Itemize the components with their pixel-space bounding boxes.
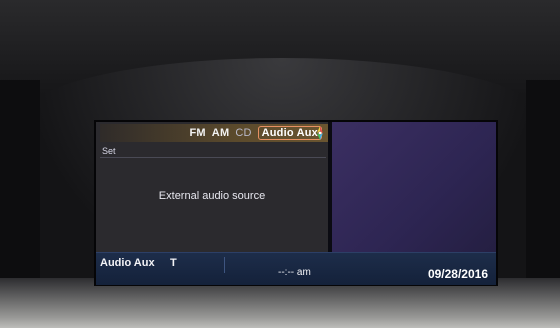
navigation-compass-icon[interactable] (312, 125, 328, 141)
status-divider (224, 257, 225, 273)
dashboard-right (526, 80, 560, 300)
traffic-indicator: T (170, 257, 177, 269)
set-menu-item[interactable]: Set (102, 146, 116, 156)
source-tab-bar: FM AM CD Audio Aux (100, 124, 328, 142)
tab-cd[interactable]: CD (235, 127, 251, 139)
tab-am[interactable]: AM (212, 127, 230, 139)
divider (100, 157, 326, 158)
status-source: Audio Aux (100, 257, 155, 269)
idrive-screen: FM AM CD Audio Aux Set External audio so… (94, 120, 498, 286)
dashboard-left (0, 80, 40, 300)
status-message: External audio source (158, 190, 266, 202)
tab-fm[interactable]: FM (190, 127, 206, 139)
clock: --:-- am (278, 267, 311, 278)
date: 09/28/2016 (427, 267, 488, 281)
status-bar: Audio Aux T --:-- am 09/28/2016 (96, 252, 496, 285)
